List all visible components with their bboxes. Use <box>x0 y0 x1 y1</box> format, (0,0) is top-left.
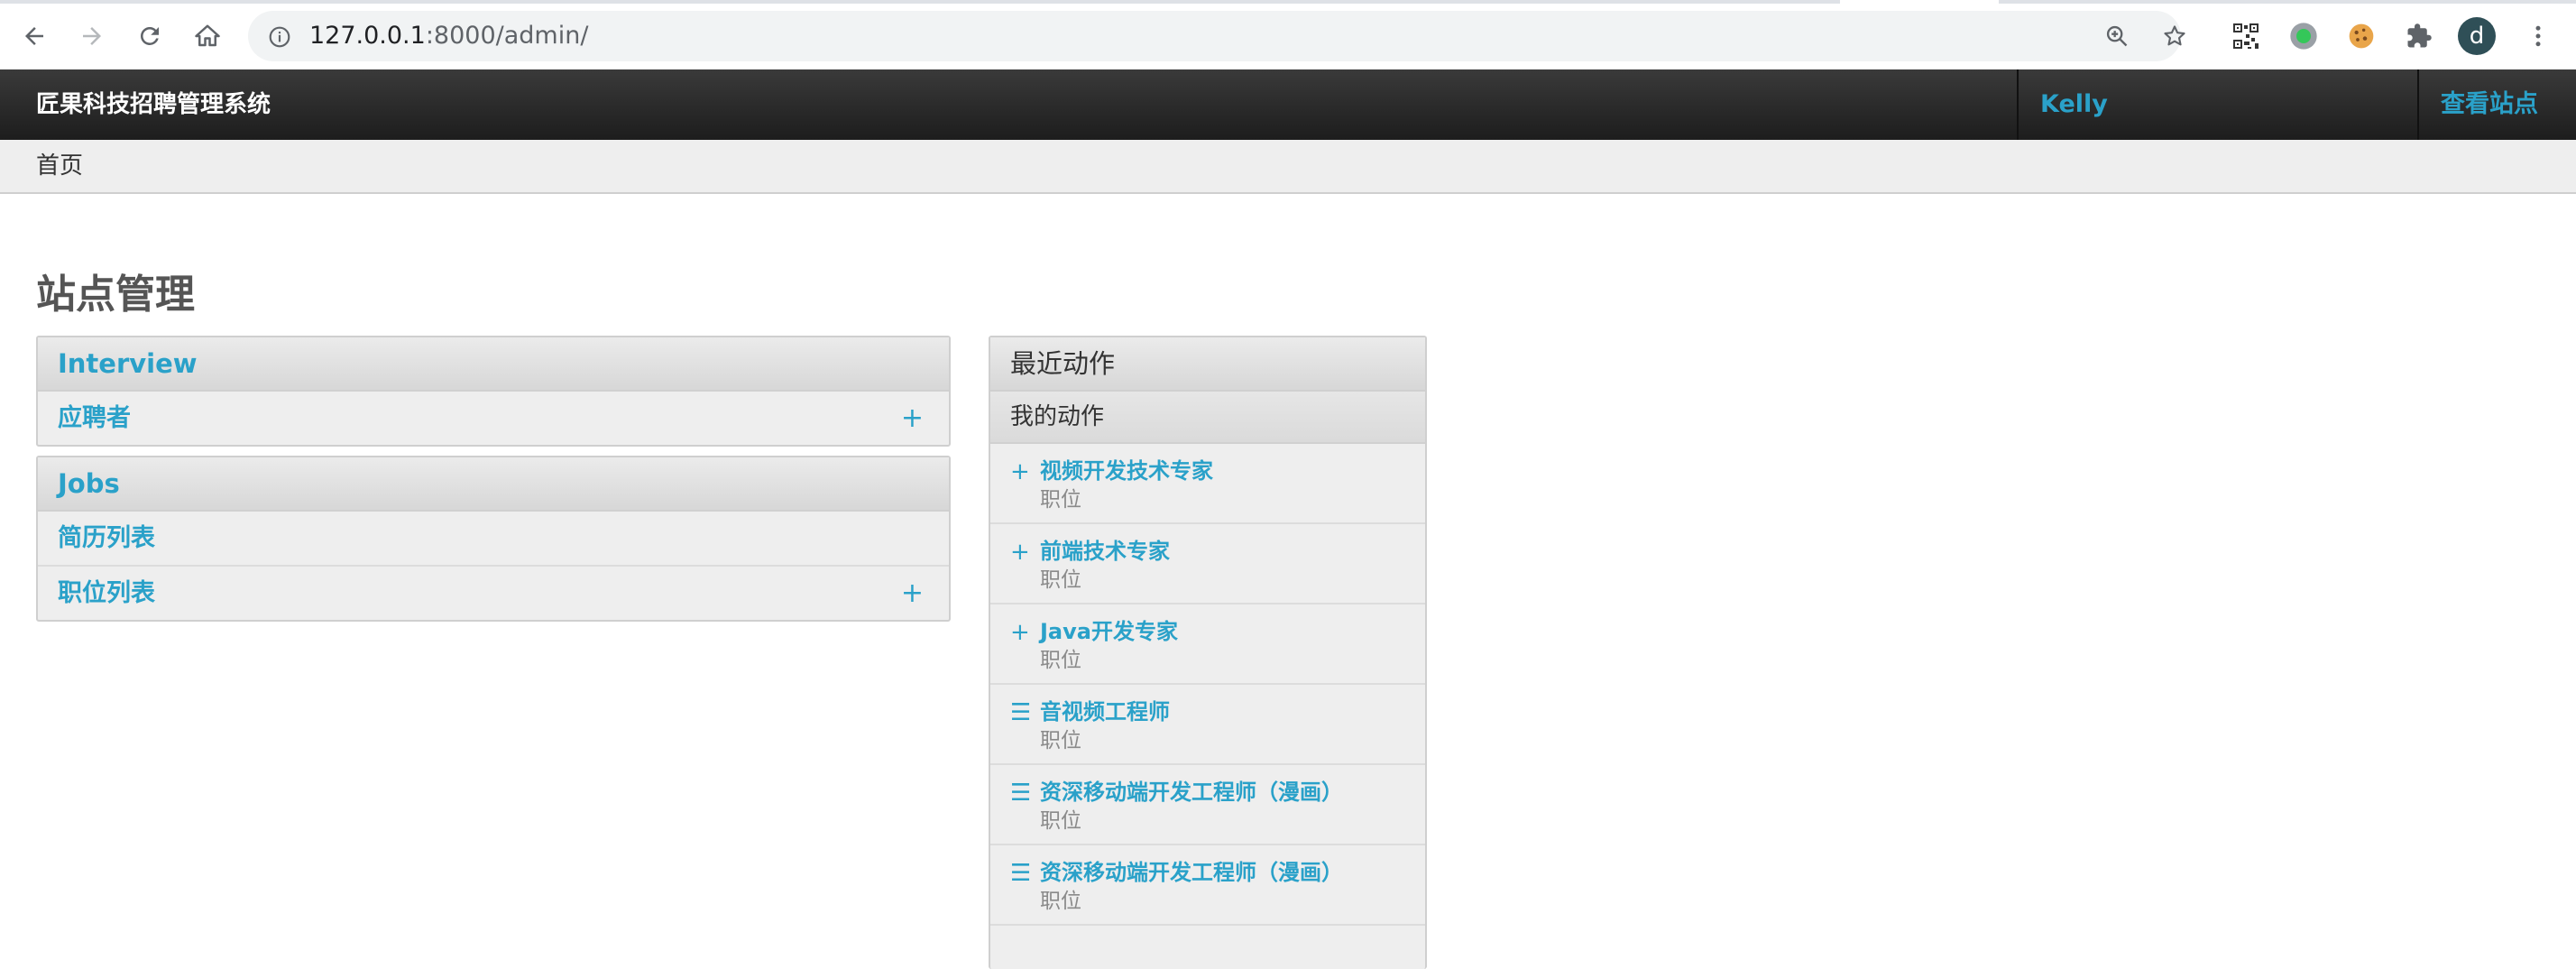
module-caption-jobs[interactable]: Jobs <box>38 457 949 512</box>
recent-actions-panel: 最近动作 我的动作 + 视频开发技术专家 职位 + 前端技术专家 职位 + Ja… <box>989 336 1427 969</box>
page-title: 站点管理 <box>36 272 195 318</box>
bookmark-button[interactable] <box>2158 20 2191 52</box>
add-icon: + <box>1010 458 1030 485</box>
recent-action-item: ☰ 资深移动端开发工程师（漫画） 职位 <box>990 765 1425 845</box>
recent-action-type: 职位 <box>1040 568 1081 592</box>
recent-action-link[interactable]: 视频开发技术专家 <box>1040 453 1213 484</box>
more-vert-icon <box>2535 25 2541 47</box>
model-link-resumes[interactable]: 简历列表 <box>58 524 155 552</box>
add-job-button[interactable]: + <box>901 567 924 620</box>
recent-action-link[interactable]: 资深移动端开发工程师（漫画） <box>1040 774 1343 806</box>
recent-actions-caption: 最近动作 <box>990 337 1425 392</box>
url-host: 127.0.0.1 <box>309 22 426 50</box>
header-divider <box>2417 69 2419 140</box>
recent-action-link[interactable]: Java开发专家 <box>1040 614 1178 645</box>
qr-extension-button[interactable] <box>2226 16 2266 56</box>
recent-action-item: ☰ 音视频工程师 职位 <box>990 685 1425 765</box>
view-site-link[interactable]: 查看站点 <box>2441 69 2538 140</box>
recent-action-link[interactable]: 音视频工程师 <box>1040 694 1170 725</box>
recent-action-type: 职位 <box>1040 890 1081 913</box>
breadcrumb-home-link[interactable]: 首页 <box>36 140 83 192</box>
model-link-candidates[interactable]: 应聘者 <box>58 404 131 432</box>
recent-action-item: + 前端技术专家 职位 <box>990 524 1425 604</box>
recent-action-item: + 视频开发技术专家 职位 <box>990 444 1425 524</box>
recent-action-type: 职位 <box>1040 649 1081 672</box>
back-button[interactable] <box>14 16 54 56</box>
module-jobs: Jobs 简历列表 职位列表 + <box>36 456 951 622</box>
active-tab-indicator <box>1840 0 1999 4</box>
header-divider <box>2017 69 2019 140</box>
user-name-link[interactable]: Kelly <box>2040 69 2108 140</box>
url-text[interactable]: 127.0.0.1:8000/admin/ <box>309 11 588 61</box>
forward-button[interactable] <box>72 16 112 56</box>
module-interview: Interview 应聘者 + <box>36 336 951 447</box>
change-icon: ☰ <box>1010 699 1032 726</box>
record-icon <box>2290 23 2317 50</box>
tab-strip <box>0 0 2576 4</box>
model-row-resumes: 简历列表 <box>38 512 949 567</box>
home-button[interactable] <box>188 16 227 56</box>
zoom-in-icon <box>2106 25 2128 47</box>
qr-code-icon <box>2231 22 2260 51</box>
add-candidate-button[interactable]: + <box>901 392 924 445</box>
zoom-button[interactable] <box>2101 20 2133 52</box>
browser-menu-button[interactable] <box>2518 16 2558 56</box>
browser-toolbar: 127.0.0.1:8000/admin/ d <box>0 0 2576 69</box>
puzzle-icon <box>2407 23 2432 48</box>
add-icon: + <box>1010 619 1030 646</box>
recent-action-type: 职位 <box>1040 809 1081 833</box>
home-icon <box>195 24 220 47</box>
info-icon[interactable] <box>268 25 291 49</box>
extensions-button[interactable] <box>2399 16 2439 56</box>
recent-action-item: + Java开发专家 职位 <box>990 604 1425 685</box>
star-icon <box>2164 25 2185 46</box>
change-icon: ☰ <box>1010 780 1032 807</box>
cookie-extension-button[interactable] <box>2341 16 2381 56</box>
model-row-candidates: 应聘者 + <box>38 392 949 445</box>
green-dot-extension-button[interactable] <box>2284 16 2323 56</box>
my-actions-caption: 我的动作 <box>990 392 1425 444</box>
url-path: :8000/admin/ <box>425 22 589 50</box>
reload-button[interactable] <box>130 16 170 56</box>
address-bar[interactable]: 127.0.0.1:8000/admin/ <box>248 11 2185 61</box>
recent-action-link[interactable]: 资深移动端开发工程师（漫画） <box>1040 854 1343 886</box>
recent-action-item: ☰ 资深移动端开发工程师（漫画） 职位 <box>990 845 1425 926</box>
breadcrumb: 首页 <box>0 140 2576 194</box>
admin-header: 匠果科技招聘管理系统 Kelly 查看站点 <box>0 69 2576 140</box>
add-icon: + <box>1010 539 1030 566</box>
back-arrow-icon <box>25 27 43 45</box>
avatar: d <box>2458 17 2496 55</box>
recent-action-type: 职位 <box>1040 488 1081 512</box>
change-icon: ☰ <box>1010 860 1032 887</box>
recent-action-type: 职位 <box>1040 729 1081 752</box>
model-link-jobs[interactable]: 职位列表 <box>58 579 155 607</box>
profile-button[interactable]: d <box>2457 16 2497 56</box>
reload-icon <box>141 27 159 45</box>
module-caption-interview[interactable]: Interview <box>38 337 949 392</box>
forward-arrow-icon <box>83 27 101 45</box>
model-row-jobs: 职位列表 + <box>38 567 949 620</box>
recent-action-link[interactable]: 前端技术专家 <box>1040 533 1170 565</box>
cookie-icon <box>2349 23 2374 49</box>
site-branding[interactable]: 匠果科技招聘管理系统 <box>36 69 271 140</box>
